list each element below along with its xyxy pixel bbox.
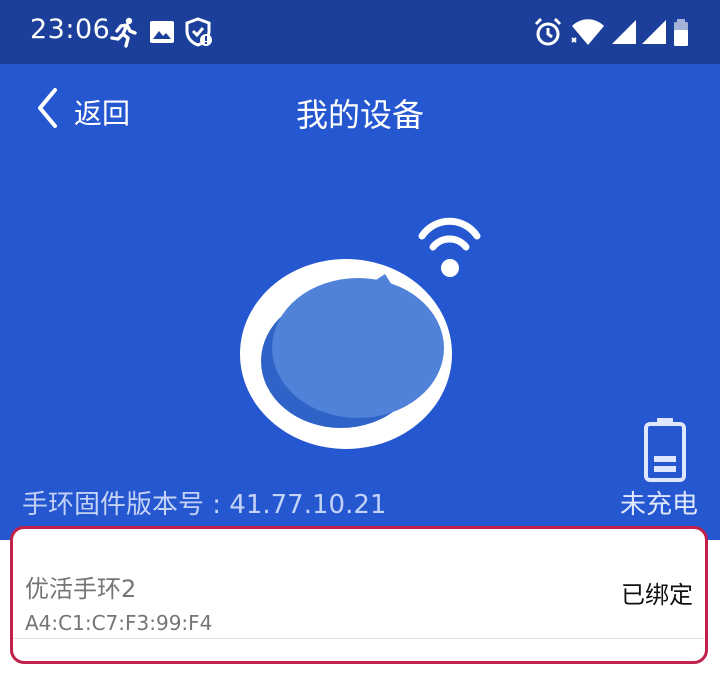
shield-icon bbox=[185, 17, 212, 47]
wireless-signal-icon bbox=[418, 217, 481, 277]
firmware-version: 手环固件版本号 : 41.77.10.21 bbox=[22, 490, 387, 520]
alarm-icon bbox=[534, 17, 562, 46]
battery-level-icon bbox=[644, 418, 686, 482]
signal-icon bbox=[612, 20, 636, 44]
wifi-icon bbox=[571, 19, 604, 45]
battery-icon bbox=[674, 19, 688, 46]
device-name: 优活手环2 bbox=[25, 575, 137, 603]
device-mac-address: A4:C1:C7:F3:99:F4 bbox=[25, 611, 213, 635]
divider bbox=[13, 638, 705, 639]
device-list-item[interactable]: 优活手环2 A4:C1:C7:F3:99:F4 已绑定 bbox=[10, 526, 708, 664]
charge-status: 未充电 bbox=[619, 490, 698, 520]
status-time: 23:06 bbox=[30, 14, 111, 45]
device-header-panel: 返回 我的设备 未充电 手环固件版本号 : 41.77.10.21 bbox=[0, 64, 720, 540]
fitness-band-icon bbox=[240, 217, 481, 449]
image-icon bbox=[150, 21, 174, 43]
status-bar: 23:06 bbox=[0, 0, 720, 64]
signal-icon bbox=[642, 20, 666, 44]
running-icon bbox=[110, 17, 137, 48]
bind-status: 已绑定 bbox=[621, 581, 693, 609]
page-title: 我的设备 bbox=[295, 96, 424, 134]
